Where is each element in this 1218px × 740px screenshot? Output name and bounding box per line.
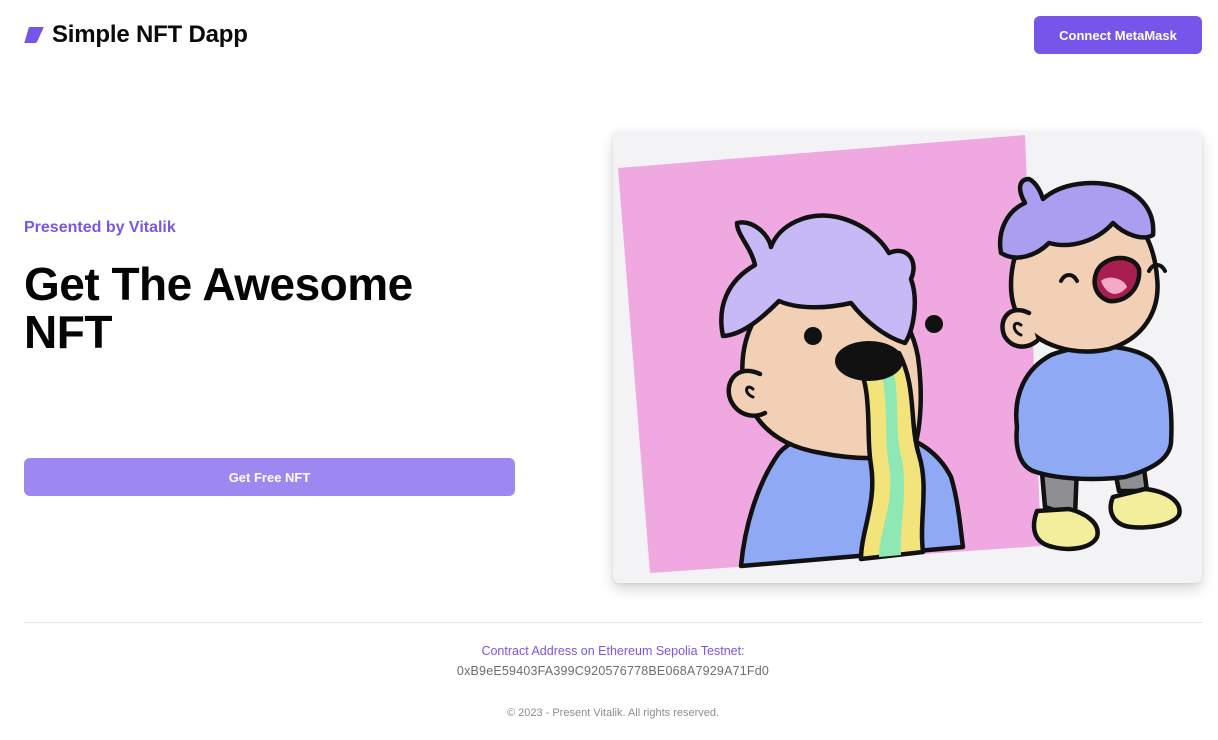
nft-artwork-card (613, 131, 1202, 583)
nft-artwork-illustration (618, 135, 1182, 573)
contract-address-label: Contract Address on Ethereum Sepolia Tes… (481, 644, 745, 658)
tag-icon (24, 27, 44, 43)
footer-divider (24, 622, 1202, 623)
get-free-nft-button[interactable]: Get Free NFT (24, 458, 515, 496)
brand-title: Simple NFT Dapp (52, 21, 248, 48)
site-header: Simple NFT Dapp Connect MetaMask (0, 0, 1218, 70)
presented-by-label: Presented by Vitalik (24, 219, 176, 236)
connect-metamask-button[interactable]: Connect MetaMask (1034, 16, 1202, 54)
contract-address-value: 0xB9eE59403FA399C920576778BE068A7929A71F… (456, 664, 770, 678)
copyright-notice: © 2023 - Present Vitalik. All rights res… (506, 707, 720, 719)
page-title: Get The Awesome NFT (24, 258, 413, 358)
brand[interactable]: Simple NFT Dapp (24, 18, 248, 52)
